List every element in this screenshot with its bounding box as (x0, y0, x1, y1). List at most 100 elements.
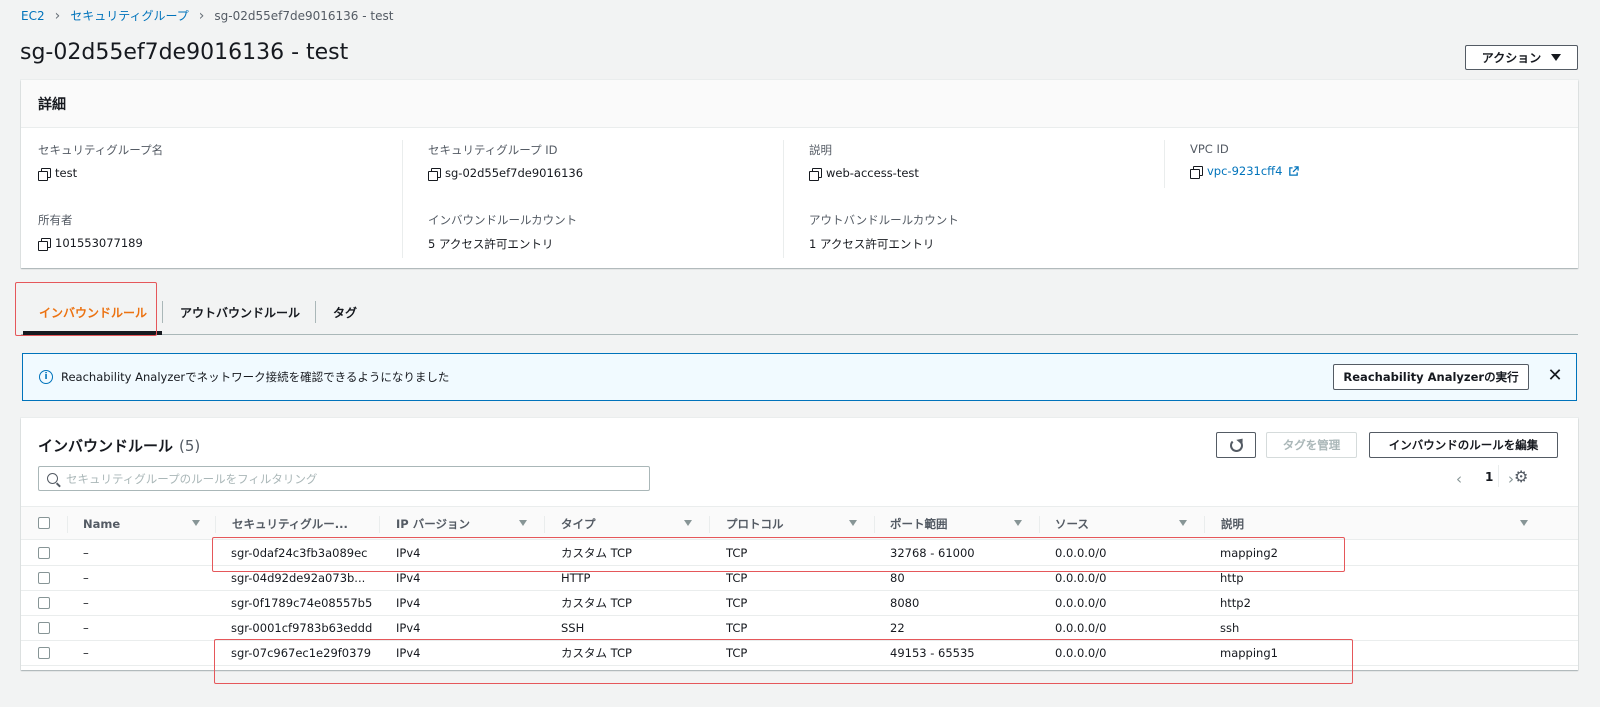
column-separator (215, 516, 216, 533)
cell-port-range: 22 (890, 621, 905, 635)
chevron-right-icon: › (198, 7, 205, 24)
field-value: 5 アクセス許可エントリ (428, 237, 554, 251)
rules-title-text: インバウンドルール (38, 437, 174, 455)
tab-inbound-rules[interactable]: インバウンドルール (39, 289, 147, 335)
cell-name: – (83, 646, 89, 660)
cell-description: http (1220, 571, 1244, 585)
field-sg-name: セキュリティグループ名 test (38, 142, 408, 181)
breadcrumb-security-groups[interactable]: セキュリティグループ (70, 7, 189, 24)
tab-tags[interactable]: タグ (333, 289, 357, 335)
row-checkbox[interactable] (38, 547, 50, 559)
row-checkbox[interactable] (38, 647, 50, 659)
cell-port-range: 8080 (890, 596, 920, 610)
field-label: 説明 (809, 143, 832, 157)
field-label: セキュリティグループ ID (428, 143, 558, 157)
sort-icon[interactable] (1179, 520, 1187, 526)
run-reachability-analyzer-button[interactable]: Reachability Analyzerの実行 (1333, 364, 1529, 390)
field-vpc-id: VPC ID vpc-9231cff4 (1190, 142, 1560, 179)
field-sg-id: セキュリティグループ ID sg-02d55ef7de9016136 (428, 142, 798, 181)
field-inbound-count: インバウンドルールカウント 5 アクセス許可エントリ (428, 212, 798, 252)
table-row[interactable]: – sgr-0daf24c3fb3a089ec IPv4 カスタム TCP TC… (21, 541, 1578, 566)
field-value: 101553077189 (55, 236, 143, 250)
search-icon (47, 473, 58, 484)
column-header-port-range[interactable]: ポート範囲 (890, 507, 948, 540)
inbound-rules-panel: インバウンドルール (5) タグを管理 インバウンドのルールを編集 セキュリティグ… (21, 418, 1578, 670)
table-row[interactable]: – sgr-0001cf9783b63eddd IPv4 SSH TCP 22 … (21, 616, 1578, 641)
breadcrumb-ec2[interactable]: EC2 (21, 9, 45, 23)
sort-icon[interactable] (192, 520, 200, 526)
caret-down-icon (1551, 54, 1562, 61)
column-header-ip-version[interactable]: IP バージョン (396, 507, 470, 540)
cell-description: http2 (1220, 596, 1251, 610)
column-separator (1204, 516, 1205, 533)
rules-filter-input[interactable]: セキュリティグループのルールをフィルタリング (38, 466, 650, 491)
alert-text: Reachability Analyzerでネットワーク接続を確認できるようにな… (61, 370, 450, 384)
cell-type: HTTP (561, 571, 591, 585)
column-header-security-group-rule[interactable]: セキュリティグルー... (232, 507, 348, 540)
copy-icon[interactable] (38, 237, 51, 251)
cell-ip-version: IPv4 (396, 621, 421, 635)
vpc-link[interactable]: vpc-9231cff4 (1207, 164, 1282, 178)
row-checkbox[interactable] (38, 572, 50, 584)
external-link-icon[interactable] (1288, 165, 1300, 177)
cell-description: mapping1 (1220, 646, 1278, 660)
edit-inbound-rules-button[interactable]: インバウンドのルールを編集 (1369, 432, 1558, 458)
sort-icon[interactable] (849, 520, 857, 526)
cell-port-range: 32768 - 61000 (890, 546, 975, 560)
copy-icon[interactable] (1190, 165, 1203, 179)
sort-icon[interactable] (1520, 520, 1528, 526)
prev-page-chevron-icon[interactable]: ‹ (1456, 470, 1462, 488)
row-checkbox[interactable] (38, 622, 50, 634)
cell-protocol: TCP (726, 621, 748, 635)
page-number[interactable]: 1 (1485, 470, 1493, 484)
table-row[interactable]: – sgr-04d92de92a073b... IPv4 HTTP TCP 80… (21, 566, 1578, 591)
rules-title: インバウンドルール (5) (38, 435, 200, 456)
select-all-checkbox[interactable] (38, 517, 50, 529)
tab-separator (162, 301, 163, 323)
cell-name: – (83, 571, 89, 585)
tab-outbound-rules[interactable]: アウトバウンドルール (180, 289, 300, 335)
page-title: sg-02d55ef7de9016136 - test (20, 40, 349, 65)
table-row[interactable]: – sgr-0f1789c74e08557b5 IPv4 カスタム TCP TC… (21, 591, 1578, 616)
row-checkbox[interactable] (38, 597, 50, 609)
column-header-description[interactable]: 説明 (1221, 507, 1244, 540)
cell-type: SSH (561, 621, 585, 635)
tab-separator (315, 301, 316, 323)
column-header-type[interactable]: タイプ (561, 507, 596, 540)
field-owner: 所有者 101553077189 (38, 212, 408, 251)
table-row[interactable]: – sgr-07c967ec1e29f0379 IPv4 カスタム TCP TC… (21, 641, 1578, 666)
breadcrumb: EC2 › セキュリティグループ › sg-02d55ef7de9016136 … (21, 7, 393, 24)
cell-description: mapping2 (1220, 546, 1278, 560)
copy-icon[interactable] (428, 167, 441, 181)
info-alert: i Reachability Analyzerでネットワーク接続を確認できるよう… (22, 353, 1577, 401)
cell-name: – (83, 621, 89, 635)
gear-icon[interactable]: ⚙ (1514, 467, 1528, 486)
cell-rule-id: sgr-0001cf9783b63eddd (231, 621, 373, 635)
column-separator (1039, 516, 1040, 533)
cell-type: カスタム TCP (561, 646, 632, 660)
field-value: web-access-test (826, 166, 919, 180)
cell-description: ssh (1220, 621, 1240, 635)
cell-ip-version: IPv4 (396, 646, 421, 660)
sort-icon[interactable] (1014, 520, 1022, 526)
cell-rule-id: sgr-0daf24c3fb3a089ec (231, 546, 368, 560)
sort-icon[interactable] (684, 520, 692, 526)
refresh-button[interactable] (1216, 432, 1256, 458)
copy-icon[interactable] (809, 167, 822, 181)
info-icon: i (39, 370, 53, 384)
column-header-source[interactable]: ソース (1055, 507, 1089, 540)
cell-protocol: TCP (726, 546, 748, 560)
column-header-protocol[interactable]: プロトコル (726, 507, 784, 540)
manage-tags-button[interactable]: タグを管理 (1266, 432, 1357, 458)
column-header-name[interactable]: Name (83, 507, 120, 540)
cell-source: 0.0.0.0/0 (1055, 546, 1107, 560)
active-tab-indicator (23, 331, 162, 335)
sort-icon[interactable] (519, 520, 527, 526)
cell-source: 0.0.0.0/0 (1055, 596, 1107, 610)
copy-icon[interactable] (38, 167, 51, 181)
close-icon[interactable]: ✕ (1545, 366, 1565, 386)
field-description: 説明 web-access-test (809, 142, 1179, 181)
column-separator (379, 516, 380, 533)
actions-button[interactable]: アクション (1465, 45, 1578, 70)
cell-protocol: TCP (726, 646, 748, 660)
